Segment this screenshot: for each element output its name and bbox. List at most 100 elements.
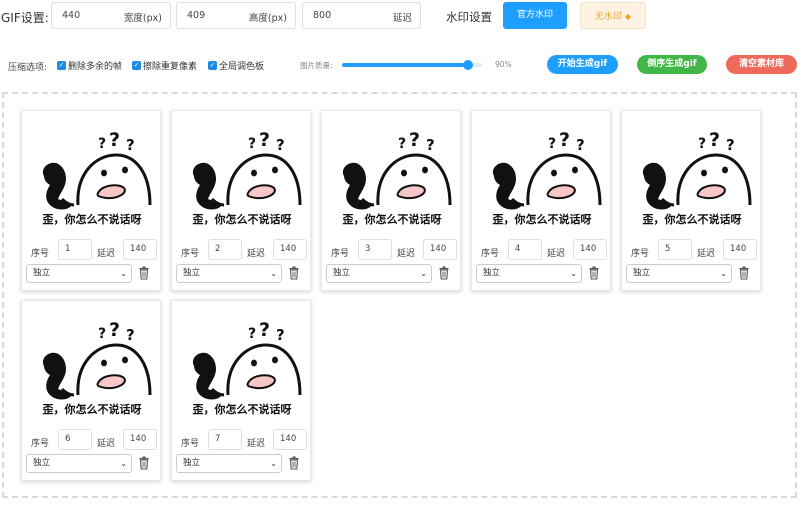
frame-image: ? ? ? bbox=[192, 129, 302, 210]
trash-icon[interactable] bbox=[139, 266, 149, 280]
frame-delay-input[interactable]: 140 bbox=[723, 239, 757, 260]
frame-delay-label: 延迟 bbox=[247, 249, 266, 259]
svg-text:?: ? bbox=[259, 129, 270, 151]
frame-delay-input[interactable]: 140 bbox=[123, 239, 157, 260]
sequence-input[interactable]: 7 bbox=[208, 429, 242, 450]
height-value: 409 bbox=[187, 10, 206, 21]
frame-delay-label: 延迟 bbox=[247, 439, 266, 449]
trash-icon[interactable] bbox=[589, 266, 599, 280]
frame-mode-value: 独立 bbox=[633, 268, 651, 278]
remove-frames-checkbox[interactable]: ✓ 删除多余的帧 bbox=[57, 59, 122, 72]
svg-text:?: ? bbox=[409, 129, 420, 151]
frame-delay-input[interactable]: 140 bbox=[573, 239, 607, 260]
global-palette-label: 全局调色板 bbox=[219, 62, 265, 72]
trash-icon[interactable] bbox=[439, 266, 449, 280]
frame-card: ? ? ? 歪，你怎么不说话呀 序号 2 延迟 140 独立 ⌄ bbox=[171, 110, 311, 291]
quality-value: 90% bbox=[495, 60, 512, 69]
quality-slider[interactable] bbox=[342, 60, 482, 70]
official-watermark-button[interactable]: 官方水印 bbox=[503, 2, 567, 29]
frame-mode-select[interactable]: 独立 ⌄ bbox=[176, 264, 282, 283]
chevron-down-icon: ⌄ bbox=[420, 269, 427, 278]
frame-card: ? ? ? 歪，你怎么不说话呀 序号 6 延迟 140 独立 ⌄ bbox=[21, 300, 161, 481]
svg-text:?: ? bbox=[248, 326, 256, 342]
trash-icon[interactable] bbox=[289, 266, 299, 280]
svg-text:?: ? bbox=[109, 319, 120, 341]
sequence-label: 序号 bbox=[181, 249, 200, 259]
remove-pixels-checkbox[interactable]: ✓ 擦除重复像素 bbox=[132, 59, 197, 72]
sequence-input[interactable]: 3 bbox=[358, 239, 392, 260]
frame-image: ? ? ? bbox=[42, 319, 152, 400]
clear-library-button[interactable]: 清空素材库 bbox=[726, 55, 797, 74]
quality-label: 图片质量: bbox=[300, 61, 333, 70]
frame-mode-select[interactable]: 独立 ⌄ bbox=[176, 454, 282, 473]
svg-text:?: ? bbox=[709, 129, 720, 151]
height-unit: 高度(px) bbox=[248, 13, 287, 24]
frame-image: ? ? ? bbox=[642, 129, 752, 210]
frame-caption: 歪，你怎么不说话呀 bbox=[642, 213, 742, 226]
frame-mode-select[interactable]: 独立 ⌄ bbox=[26, 454, 132, 473]
frame-delay-input[interactable]: 140 bbox=[273, 429, 307, 450]
chevron-down-icon: ⌄ bbox=[120, 269, 127, 278]
gif-settings-label: GIF设置: bbox=[1, 11, 49, 25]
frame-delay-input[interactable]: 140 bbox=[123, 429, 157, 450]
frame-caption: 歪，你怎么不说话呀 bbox=[192, 403, 292, 416]
sequence-input[interactable]: 5 bbox=[658, 239, 692, 260]
remove-pixels-label: 擦除重复像素 bbox=[143, 62, 198, 72]
frame-mode-value: 独立 bbox=[183, 268, 201, 278]
frame-caption: 歪，你怎么不说话呀 bbox=[492, 213, 592, 226]
frame-delay-input[interactable]: 140 bbox=[423, 239, 457, 260]
diamond-icon: ◆ bbox=[624, 12, 632, 21]
frame-mode-value: 独立 bbox=[183, 458, 201, 468]
compression-options-bar: 压缩选项: ✓ 删除多余的帧 ✓ 擦除重复像素 ✓ 全局调色板 图片质量: 90% 开… bbox=[0, 52, 800, 76]
frame-delay-input[interactable]: 140 bbox=[273, 239, 307, 260]
svg-text:?: ? bbox=[698, 136, 706, 152]
chevron-down-icon: ⌄ bbox=[720, 269, 727, 278]
checkmark-icon: ✓ bbox=[57, 61, 66, 70]
width-unit: 宽度(px) bbox=[123, 13, 162, 24]
frame-caption: 歪，你怎么不说话呀 bbox=[342, 213, 442, 226]
sequence-input[interactable]: 2 bbox=[208, 239, 242, 260]
quality-slider-handle[interactable] bbox=[463, 60, 473, 70]
trash-icon[interactable] bbox=[739, 266, 749, 280]
delay-unit: 延迟 bbox=[392, 13, 412, 24]
frame-delay-label: 延迟 bbox=[397, 249, 416, 259]
width-field[interactable]: 440 宽度(px) bbox=[51, 2, 171, 29]
svg-text:?: ? bbox=[98, 136, 106, 152]
svg-text:?: ? bbox=[576, 136, 585, 154]
trash-icon[interactable] bbox=[289, 456, 299, 470]
chevron-down-icon: ⌄ bbox=[570, 269, 577, 278]
svg-text:?: ? bbox=[398, 136, 406, 152]
frame-gallery: ? ? ? 歪，你怎么不说话呀 序号 1 延迟 140 独立 ⌄ ? ? ? 歪… bbox=[2, 92, 797, 498]
sequence-input[interactable]: 4 bbox=[508, 239, 542, 260]
start-generate-button[interactable]: 开始生成gif bbox=[547, 55, 618, 74]
sequence-input[interactable]: 6 bbox=[58, 429, 92, 450]
frame-mode-select[interactable]: 独立 ⌄ bbox=[476, 264, 582, 283]
chevron-down-icon: ⌄ bbox=[120, 459, 127, 468]
trash-icon[interactable] bbox=[139, 456, 149, 470]
frame-delay-label: 延迟 bbox=[97, 249, 116, 259]
delay-field[interactable]: 800 延迟 bbox=[302, 2, 421, 29]
chevron-down-icon: ⌄ bbox=[270, 459, 277, 468]
sequence-label: 序号 bbox=[631, 249, 650, 259]
frame-card: ? ? ? 歪，你怎么不说话呀 序号 5 延迟 140 独立 ⌄ bbox=[621, 110, 761, 291]
frame-caption: 歪，你怎么不说话呀 bbox=[42, 213, 142, 226]
frame-mode-select[interactable]: 独立 ⌄ bbox=[26, 264, 132, 283]
sequence-label: 序号 bbox=[31, 439, 50, 449]
frame-image: ? ? ? bbox=[192, 319, 302, 400]
no-watermark-button[interactable]: 无水印 ◆ bbox=[580, 2, 646, 29]
sequence-input[interactable]: 1 bbox=[58, 239, 92, 260]
svg-text:?: ? bbox=[248, 136, 256, 152]
frame-delay-label: 延迟 bbox=[97, 439, 116, 449]
svg-text:?: ? bbox=[559, 129, 570, 151]
svg-text:?: ? bbox=[98, 326, 106, 342]
chevron-down-icon: ⌄ bbox=[270, 269, 277, 278]
frame-mode-select[interactable]: 独立 ⌄ bbox=[626, 264, 732, 283]
frame-mode-select[interactable]: 独立 ⌄ bbox=[326, 264, 432, 283]
gif-settings-bar: GIF设置: 440 宽度(px) 409 高度(px) 800 延迟 水印设置… bbox=[0, 0, 800, 32]
height-field[interactable]: 409 高度(px) bbox=[176, 2, 296, 29]
frame-caption: 歪，你怎么不说话呀 bbox=[42, 403, 142, 416]
frame-card: ? ? ? 歪，你怎么不说话呀 序号 1 延迟 140 独立 ⌄ bbox=[21, 110, 161, 291]
svg-text:?: ? bbox=[548, 136, 556, 152]
reverse-generate-button[interactable]: 倒序生成gif bbox=[637, 55, 707, 74]
global-palette-checkbox[interactable]: ✓ 全局调色板 bbox=[208, 59, 264, 72]
